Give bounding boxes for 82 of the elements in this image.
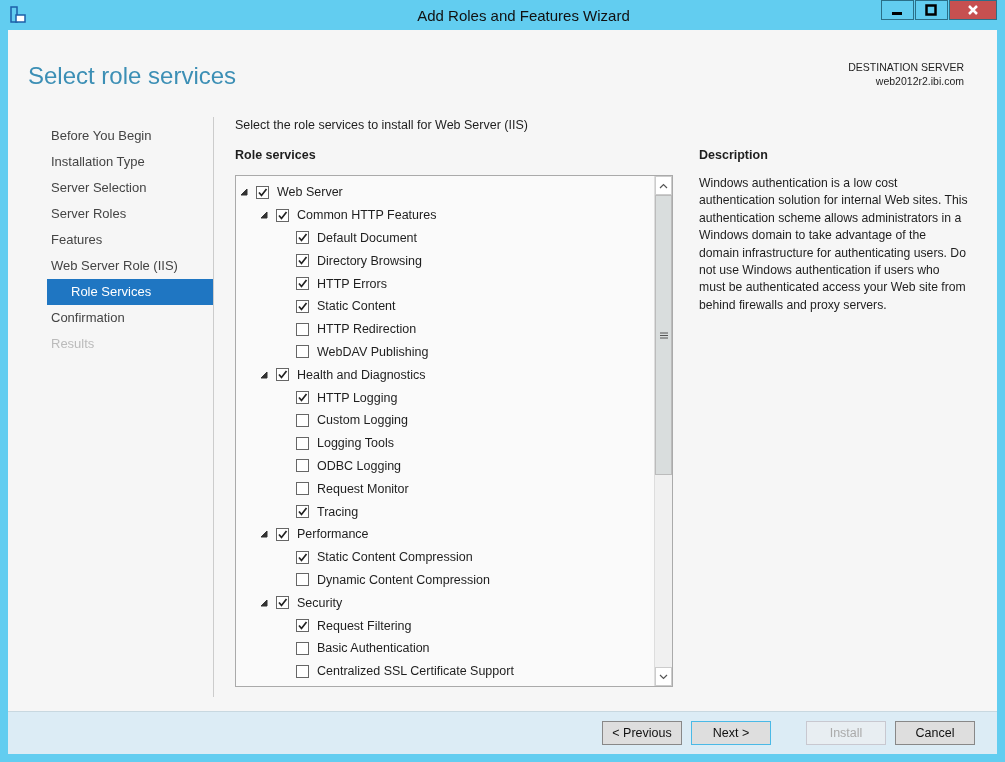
server-icon	[10, 6, 26, 24]
minimize-icon	[892, 12, 903, 15]
checkbox[interactable]	[296, 391, 309, 405]
checkbox[interactable]	[276, 596, 289, 610]
close-button[interactable]	[949, 0, 997, 20]
tree-item-label[interactable]: Health and Diagnostics	[297, 367, 426, 382]
nav-item[interactable]: Confirmation	[47, 305, 213, 331]
chevron-down-icon	[659, 673, 668, 680]
checkbox[interactable]	[296, 413, 309, 427]
tree-item-label[interactable]: Performance	[297, 527, 369, 542]
checkbox[interactable]	[296, 436, 309, 450]
checkbox[interactable]	[296, 254, 309, 268]
tree-item-label[interactable]: HTTP Errors	[317, 276, 387, 291]
tree-item-label[interactable]: Logging Tools	[317, 436, 394, 451]
scroll-bar[interactable]	[654, 176, 672, 686]
tree-item-label[interactable]: Web Server	[277, 185, 343, 200]
wizard-button[interactable]: < Previous	[602, 721, 682, 745]
scroll-down-button[interactable]	[655, 667, 672, 686]
wizard-button[interactable]: Next >	[691, 721, 771, 745]
checkbox[interactable]	[296, 641, 309, 655]
checkbox[interactable]	[256, 185, 269, 199]
section-heading: Description	[699, 148, 769, 164]
scroll-thumb[interactable]	[655, 195, 672, 475]
destination-label: DESTINATION SERVER	[848, 60, 964, 74]
nav-item[interactable]: Features	[47, 227, 213, 253]
expanded-arrow-icon[interactable]	[260, 370, 268, 379]
checkbox[interactable]	[296, 231, 309, 245]
tree-item-label[interactable]: HTTP Redirection	[317, 322, 417, 337]
tree-item-label[interactable]: Default Document	[317, 231, 418, 245]
tree-item-label[interactable]: ODBC Logging	[317, 458, 402, 473]
tree-item-label[interactable]: Request Monitor	[317, 481, 409, 496]
chevron-up-icon	[659, 182, 668, 189]
nav-item[interactable]: Web Server Role (IIS)	[47, 253, 213, 279]
scroll-up-button[interactable]	[655, 176, 672, 195]
checkbox[interactable]	[296, 505, 309, 519]
minimize-button[interactable]	[881, 0, 914, 20]
close-icon	[967, 4, 979, 16]
page-title: Select role services	[28, 62, 237, 91]
tree-item-label[interactable]: HTTP Logging	[317, 390, 398, 405]
nav-item[interactable]: Installation Type	[47, 149, 213, 175]
tree-item-label[interactable]: Static Content Compression	[317, 550, 473, 565]
section-heading: Role services	[235, 148, 317, 164]
server-name: web2012r2.ibi.com	[874, 74, 964, 88]
nav-item[interactable]: Server Roles	[47, 201, 213, 227]
maximize-icon	[925, 4, 938, 16]
tree-item-label[interactable]: Security	[297, 595, 343, 610]
tree-item-label[interactable]: Centralized SSL Certificate Support	[317, 664, 514, 679]
tree-item-label[interactable]: Request Filtering	[317, 618, 412, 633]
checkbox[interactable]	[296, 345, 309, 359]
checkbox[interactable]	[296, 482, 309, 496]
nav-item[interactable]: Server Selection	[47, 175, 213, 201]
tree-item-label[interactable]: WebDAV Publishing	[317, 344, 429, 359]
tree-item-label[interactable]: Tracing	[317, 504, 359, 519]
description-text: Windows authentication is a low cost authentication solution for internal Web sites. This authentication scheme allows administrators in a Windows domain to take advantage of the domain infrastructure for authenticating users. Do not use Windows authentication if users who must be authenticated access your Web site from behind firewalls and proxy servers.	[699, 175, 969, 314]
checkbox[interactable]	[296, 664, 309, 678]
checkbox[interactable]	[296, 573, 309, 587]
checkbox[interactable]	[276, 368, 289, 382]
tree-item-label[interactable]: Directory Browsing	[317, 253, 422, 268]
checkbox[interactable]	[296, 299, 309, 313]
expanded-arrow-icon[interactable]	[240, 188, 248, 197]
expanded-arrow-icon[interactable]	[260, 598, 268, 607]
tree-item-label[interactable]: Dynamic Content Compression	[317, 572, 490, 587]
checkbox[interactable]	[296, 322, 309, 336]
grip-icon	[659, 331, 668, 339]
tree-item-label[interactable]: Custom Logging	[317, 413, 409, 428]
maximize-button[interactable]	[915, 0, 948, 20]
checkbox[interactable]	[276, 208, 289, 222]
tree-item-label[interactable]: Static Content	[317, 299, 396, 314]
nav-item[interactable]: Role Services	[47, 279, 213, 305]
tree-item-label[interactable]: Common HTTP Features	[297, 208, 437, 223]
checkbox[interactable]	[296, 459, 309, 473]
checkbox[interactable]	[296, 277, 309, 291]
instruction-text: Select the role services to install for Web Server (IIS)	[235, 118, 529, 132]
wizard-button[interactable]: Cancel	[895, 721, 975, 745]
tree-item-label[interactable]: Basic Authentication	[317, 641, 430, 656]
expanded-arrow-icon[interactable]	[260, 530, 268, 539]
checkbox[interactable]	[296, 550, 309, 564]
window-title: Add Roles and Features Wizard	[417, 6, 630, 24]
checkbox[interactable]	[296, 619, 309, 633]
nav-item[interactable]: Before You Begin	[47, 123, 213, 149]
checkbox[interactable]	[276, 527, 289, 541]
expanded-arrow-icon[interactable]	[260, 211, 268, 220]
